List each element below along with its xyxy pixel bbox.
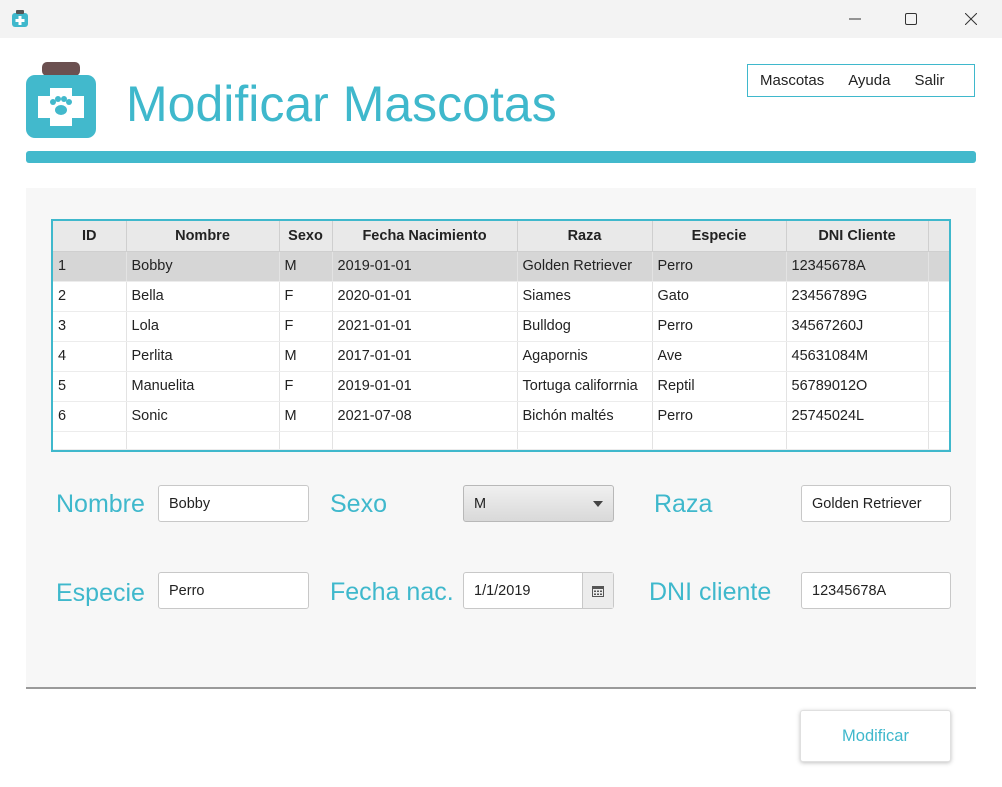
cell-especie: Ave: [652, 341, 787, 372]
cell-id: 5: [53, 371, 127, 402]
cell-nombre: Bella: [126, 281, 280, 312]
cell-dni: 25745024L: [786, 401, 929, 432]
cell-sexo: M: [279, 341, 333, 372]
close-button[interactable]: [948, 0, 994, 38]
cell-fecha: 2021-07-08: [332, 401, 518, 432]
cell-sexo: M: [279, 401, 333, 432]
minimize-icon: [849, 18, 861, 20]
table-row[interactable]: 2 Bella F 2020-01-01 Siames Gato 2345678…: [53, 281, 949, 312]
table-empty-row: [53, 431, 949, 450]
main-panel: ID Nombre Sexo Fecha Nacimiento Raza Esp…: [26, 188, 976, 689]
table-header-row: ID Nombre Sexo Fecha Nacimiento Raza Esp…: [53, 221, 949, 252]
column-header-especie[interactable]: Especie: [652, 221, 787, 252]
raza-input[interactable]: Golden Retriever: [801, 485, 951, 522]
minimize-button[interactable]: [832, 0, 878, 38]
cell-raza: Siames: [517, 281, 653, 312]
pet-medicine-jar-icon: [26, 62, 96, 138]
cell-filler: [928, 341, 949, 372]
dni-label: DNI cliente: [649, 578, 772, 606]
cell-nombre: Bobby: [126, 251, 280, 282]
page-title: Modificar Mascotas: [126, 76, 557, 132]
cell-filler: [928, 281, 949, 312]
cell-id: 4: [53, 341, 127, 372]
column-header-sexo[interactable]: Sexo: [279, 221, 333, 252]
cell-especie: Perro: [652, 311, 787, 342]
modify-button[interactable]: Modificar: [800, 710, 951, 762]
cell-nombre: Perlita: [126, 341, 280, 372]
column-header-dni[interactable]: DNI Cliente: [786, 221, 929, 252]
cell-dni: 12345678A: [786, 251, 929, 282]
cell-fecha: 2021-01-01: [332, 311, 518, 342]
nombre-label: Nombre: [56, 490, 145, 518]
cell-nombre: Manuelita: [126, 371, 280, 402]
cell-raza: Bulldog: [517, 311, 653, 342]
menu-item-mascotas[interactable]: Mascotas: [760, 72, 824, 89]
sexo-label: Sexo: [330, 490, 387, 518]
cell-raza: Tortuga califorrnia: [517, 371, 653, 402]
cell-fecha: 2017-01-01: [332, 341, 518, 372]
pets-table: ID Nombre Sexo Fecha Nacimiento Raza Esp…: [51, 219, 951, 452]
cell-sexo: M: [279, 251, 333, 282]
calendar-icon: [592, 585, 604, 597]
column-header-nombre[interactable]: Nombre: [126, 221, 280, 252]
table-row[interactable]: 4 Perlita M 2017-01-01 Agapornis Ave 456…: [53, 341, 949, 372]
maximize-icon: [905, 13, 917, 25]
table-row[interactable]: 3 Lola F 2021-01-01 Bulldog Perro 345672…: [53, 311, 949, 342]
chevron-down-icon: [593, 501, 603, 507]
cell-fecha: 2019-01-01: [332, 371, 518, 402]
cell-id: 3: [53, 311, 127, 342]
cell-sexo: F: [279, 311, 333, 342]
header-divider: [26, 151, 976, 163]
dni-input[interactable]: 12345678A: [801, 572, 951, 609]
maximize-button[interactable]: [888, 0, 934, 38]
cell-id: 6: [53, 401, 127, 432]
cell-id: 1: [53, 251, 127, 282]
cell-filler: [928, 311, 949, 342]
cell-id: 2: [53, 281, 127, 312]
cell-fecha: 2019-01-01: [332, 251, 518, 282]
cell-filler: [928, 371, 949, 402]
cell-filler: [928, 251, 949, 282]
cell-nombre: Sonic: [126, 401, 280, 432]
menu-bar: Mascotas Ayuda Salir: [747, 64, 975, 97]
cell-dni: 56789012O: [786, 371, 929, 402]
fecha-input-value: 1/1/2019: [474, 582, 531, 599]
cell-raza: Agapornis: [517, 341, 653, 372]
column-header-raza[interactable]: Raza: [517, 221, 653, 252]
raza-label: Raza: [654, 490, 713, 518]
menu-item-ayuda[interactable]: Ayuda: [848, 72, 890, 89]
calendar-button[interactable]: [582, 573, 613, 608]
cell-raza: Bichón maltés: [517, 401, 653, 432]
cell-especie: Perro: [652, 401, 787, 432]
close-icon: [965, 13, 977, 25]
cell-dni: 23456789G: [786, 281, 929, 312]
cell-especie: Reptil: [652, 371, 787, 402]
table-row[interactable]: 1 Bobby M 2019-01-01 Golden Retriever Pe…: [53, 251, 949, 282]
fecha-date-picker[interactable]: 1/1/2019: [463, 572, 614, 609]
cell-fecha: 2020-01-01: [332, 281, 518, 312]
table-row[interactable]: 5 Manuelita F 2019-01-01 Tortuga califor…: [53, 371, 949, 402]
app-icon: [12, 10, 28, 27]
cell-dni: 34567260J: [786, 311, 929, 342]
window-titlebar: [0, 0, 1002, 38]
cell-especie: Gato: [652, 281, 787, 312]
column-header-filler: [928, 221, 949, 252]
cell-nombre: Lola: [126, 311, 280, 342]
table-row[interactable]: 6 Sonic M 2021-07-08 Bichón maltés Perro…: [53, 401, 949, 432]
sexo-select-value: M: [474, 495, 487, 512]
cell-especie: Perro: [652, 251, 787, 282]
fecha-label: Fecha nac.: [330, 578, 454, 606]
menu-item-salir[interactable]: Salir: [914, 72, 944, 89]
cell-sexo: F: [279, 371, 333, 402]
especie-input[interactable]: Perro: [158, 572, 309, 609]
cell-dni: 45631084M: [786, 341, 929, 372]
cell-raza: Golden Retriever: [517, 251, 653, 282]
cell-filler: [928, 401, 949, 432]
especie-label: Especie: [56, 579, 145, 607]
sexo-select[interactable]: M: [463, 485, 614, 522]
nombre-input[interactable]: Bobby: [158, 485, 309, 522]
column-header-id[interactable]: ID: [53, 221, 127, 252]
column-header-fecha[interactable]: Fecha Nacimiento: [332, 221, 518, 252]
cell-sexo: F: [279, 281, 333, 312]
